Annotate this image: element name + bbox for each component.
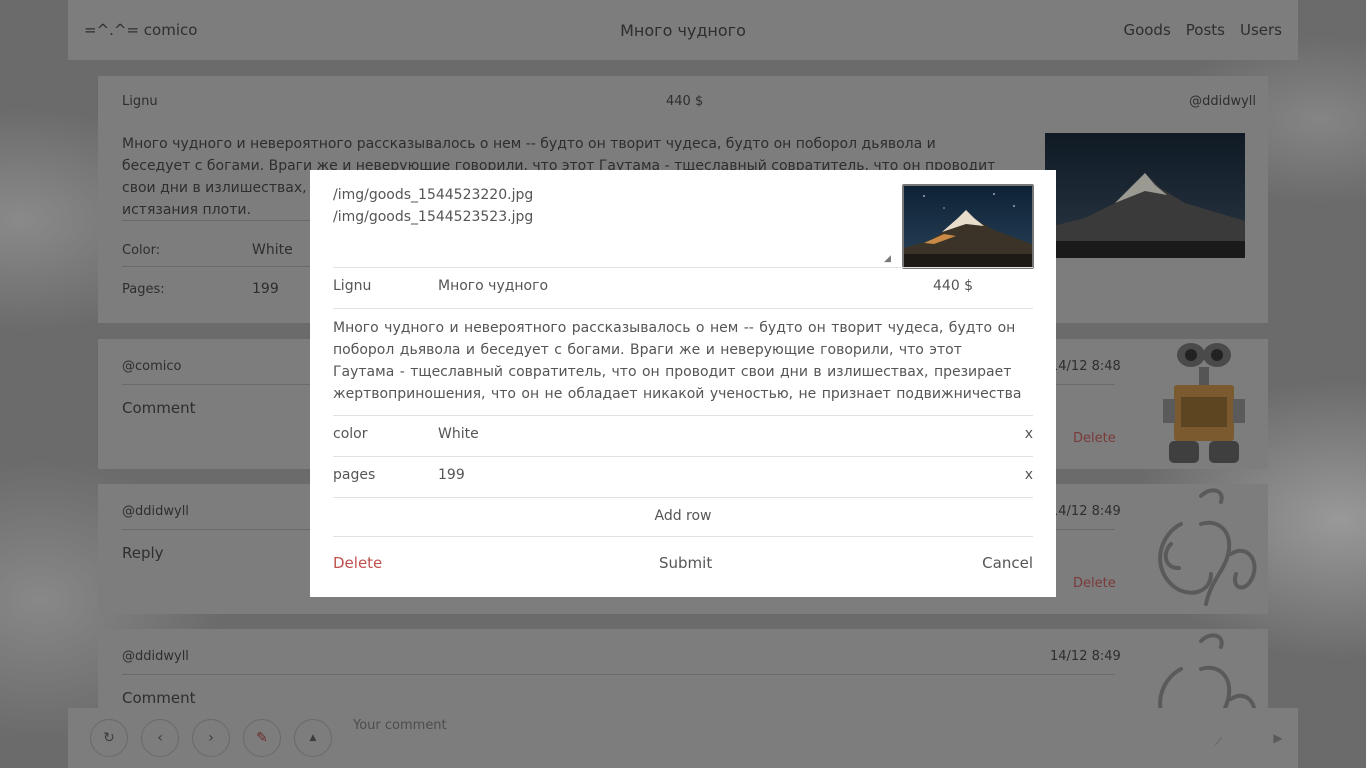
next-button[interactable]: › bbox=[192, 719, 230, 757]
delete-comment-button[interactable]: Delete bbox=[1073, 431, 1116, 446]
delete-comment-button[interactable]: Delete bbox=[1073, 576, 1116, 591]
scroll-top-button[interactable]: ▲ bbox=[294, 719, 332, 757]
prop-key: Pages: bbox=[122, 282, 165, 297]
prop-value: 199 bbox=[252, 281, 279, 297]
main-nav: Goods Posts Users bbox=[1123, 21, 1282, 39]
divider bbox=[333, 415, 1033, 416]
remove-row-button[interactable]: x bbox=[1025, 426, 1033, 442]
nav-users[interactable]: Users bbox=[1240, 21, 1282, 39]
comment-date: 14/12 8:49 bbox=[1050, 649, 1121, 664]
chevron-right-icon: › bbox=[208, 730, 214, 746]
comment-user[interactable]: @comico bbox=[122, 359, 181, 374]
remove-row-button[interactable]: x bbox=[1025, 467, 1033, 483]
cancel-button[interactable]: Cancel bbox=[982, 554, 1033, 572]
comment-date: 14/12 8:49 bbox=[1050, 504, 1121, 519]
resize-handle-icon[interactable]: ◢ bbox=[884, 254, 891, 264]
divider bbox=[333, 497, 1033, 498]
prop-value: White bbox=[252, 242, 293, 258]
previous-button[interactable]: ‹ bbox=[141, 719, 179, 757]
submit-button[interactable]: Submit bbox=[659, 554, 712, 572]
ganesha-avatar bbox=[1141, 484, 1268, 614]
comment-text: Comment bbox=[122, 399, 196, 417]
robot-avatar bbox=[1141, 339, 1268, 469]
add-row-button[interactable]: Add row bbox=[310, 508, 1056, 524]
comment-user[interactable]: @ddidwyll bbox=[122, 504, 189, 519]
resize-handle-icon[interactable]: ⟋ bbox=[1215, 737, 1222, 748]
divider bbox=[333, 308, 1033, 309]
name-field[interactable]: Много чудного bbox=[438, 278, 548, 294]
property-key-field[interactable]: color bbox=[333, 426, 367, 442]
refresh-button[interactable]: ↻ bbox=[90, 719, 128, 757]
chevron-left-icon: ‹ bbox=[157, 730, 163, 746]
description-field[interactable]: Много чудного и невероятного рассказывал… bbox=[333, 317, 1023, 407]
goods-prop-row: Pages: 199 bbox=[122, 281, 279, 297]
divider bbox=[333, 267, 1033, 268]
comment-user[interactable]: @ddidwyll bbox=[122, 649, 189, 664]
delete-button[interactable]: Delete bbox=[333, 554, 382, 572]
goods-prop-row: Color: White bbox=[122, 242, 293, 258]
send-icon[interactable]: ▶ bbox=[1258, 731, 1298, 745]
edit-button[interactable]: ✎ bbox=[243, 719, 281, 757]
prop-key: Color: bbox=[122, 243, 161, 258]
image-files-field[interactable] bbox=[333, 184, 895, 266]
arrow-up-icon: ▲ bbox=[309, 733, 317, 743]
property-value-field[interactable]: 199 bbox=[438, 467, 465, 483]
goods-owner[interactable]: Lignu bbox=[122, 94, 158, 109]
nav-goods[interactable]: Goods bbox=[1123, 21, 1170, 39]
divider bbox=[333, 536, 1033, 537]
divider bbox=[122, 674, 1115, 675]
comment-date: 14/12 8:48 bbox=[1050, 359, 1121, 374]
brand-logo[interactable]: =^.^= comico bbox=[84, 21, 197, 39]
comment-text: Reply bbox=[122, 544, 164, 562]
goods-price: 440 $ bbox=[666, 94, 704, 109]
comment-input[interactable] bbox=[345, 718, 1258, 758]
goods-image-preview[interactable] bbox=[902, 184, 1034, 269]
divider bbox=[333, 456, 1033, 457]
comment-bar: ↻ ‹ › ✎ ▲ ▶ ⟋ bbox=[68, 708, 1298, 768]
goods-thumbnail[interactable] bbox=[1045, 133, 1245, 258]
page-title: Много чудного bbox=[620, 20, 746, 40]
pencil-icon: ✎ bbox=[256, 730, 268, 746]
price-field[interactable]: 440 $ bbox=[933, 278, 973, 294]
owner-field[interactable]: Lignu bbox=[333, 278, 371, 294]
refresh-icon: ↻ bbox=[103, 730, 115, 746]
nav-posts[interactable]: Posts bbox=[1186, 21, 1225, 39]
property-key-field[interactable]: pages bbox=[333, 467, 375, 483]
property-value-field[interactable]: White bbox=[438, 426, 479, 442]
goods-description-tail: истязания плоти. bbox=[122, 202, 251, 218]
goods-user[interactable]: @ddidwyll bbox=[1189, 94, 1256, 109]
comment-text: Comment bbox=[122, 689, 196, 707]
edit-goods-modal: ◢ Lignu Много чудного 440 $ Много чудног… bbox=[310, 170, 1056, 597]
top-navbar: =^.^= comico Много чудного Goods Posts U… bbox=[68, 0, 1298, 60]
